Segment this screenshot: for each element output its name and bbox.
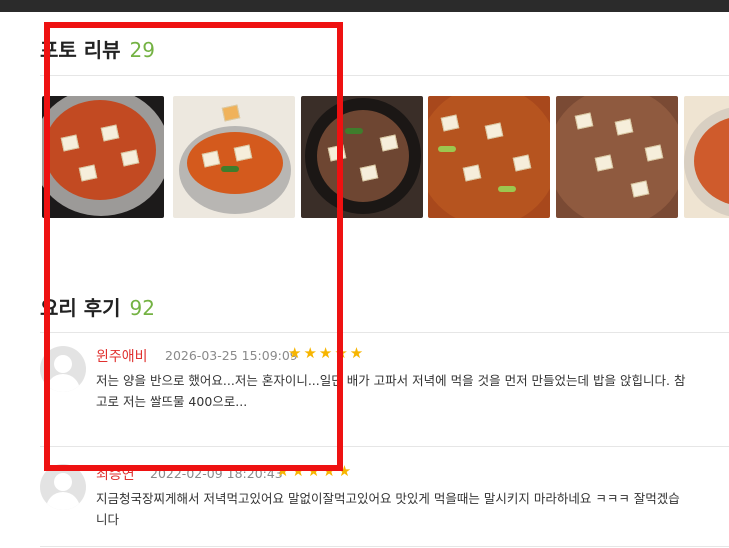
top-bar [0, 0, 729, 12]
rating-stars: ★★★★★ [276, 462, 354, 480]
review-author[interactable]: 최승연 [96, 464, 135, 484]
stew-photo-1[interactable] [42, 96, 164, 218]
review-divider [40, 446, 729, 447]
cook-review-count: 92 [129, 296, 155, 320]
photo-review-count: 29 [129, 38, 155, 62]
review-date: 2022-02-09 18:20:43 [150, 466, 283, 481]
review-author[interactable]: 윈주애비 [96, 346, 148, 366]
review-item: 윈주애비 2026-03-25 15:09:09 ★★★★★ 저는 양을 반으로… [40, 344, 729, 444]
photo-strip [42, 96, 729, 218]
review-item: 최승연 2022-02-09 18:20:43 ★★★★★ 지금청국장찌게해서 … [40, 462, 729, 542]
review-text: 지금청국장찌게해서 저녁먹고있어요 말없이잘먹고있어요 맛있게 먹을때는 말시키… [96, 491, 680, 527]
stew-photo-4[interactable] [428, 96, 550, 218]
rating-stars: ★★★★★ [288, 344, 366, 362]
review-text: 저는 양을 반으로 했어요...저는 혼자이니...일단 배가 고파서 저녁에 … [96, 373, 686, 409]
stew-photo-3[interactable] [301, 96, 423, 218]
photo-review-divider [40, 75, 729, 76]
photo-review-label: 포토 리뷰 [40, 38, 121, 62]
avatar[interactable] [40, 464, 86, 510]
stew-photo-2[interactable] [173, 96, 295, 218]
stew-photo-6[interactable] [684, 96, 729, 218]
avatar[interactable] [40, 346, 86, 392]
review-date: 2026-03-25 15:09:09 [165, 348, 298, 363]
review-divider [40, 546, 729, 547]
cook-review-title: 요리 후기 92 [40, 292, 155, 321]
cook-review-label: 요리 후기 [40, 296, 121, 320]
photo-review-title: 포토 리뷰 29 [40, 34, 155, 63]
cook-review-divider [40, 332, 729, 333]
stew-photo-5[interactable] [556, 96, 678, 218]
